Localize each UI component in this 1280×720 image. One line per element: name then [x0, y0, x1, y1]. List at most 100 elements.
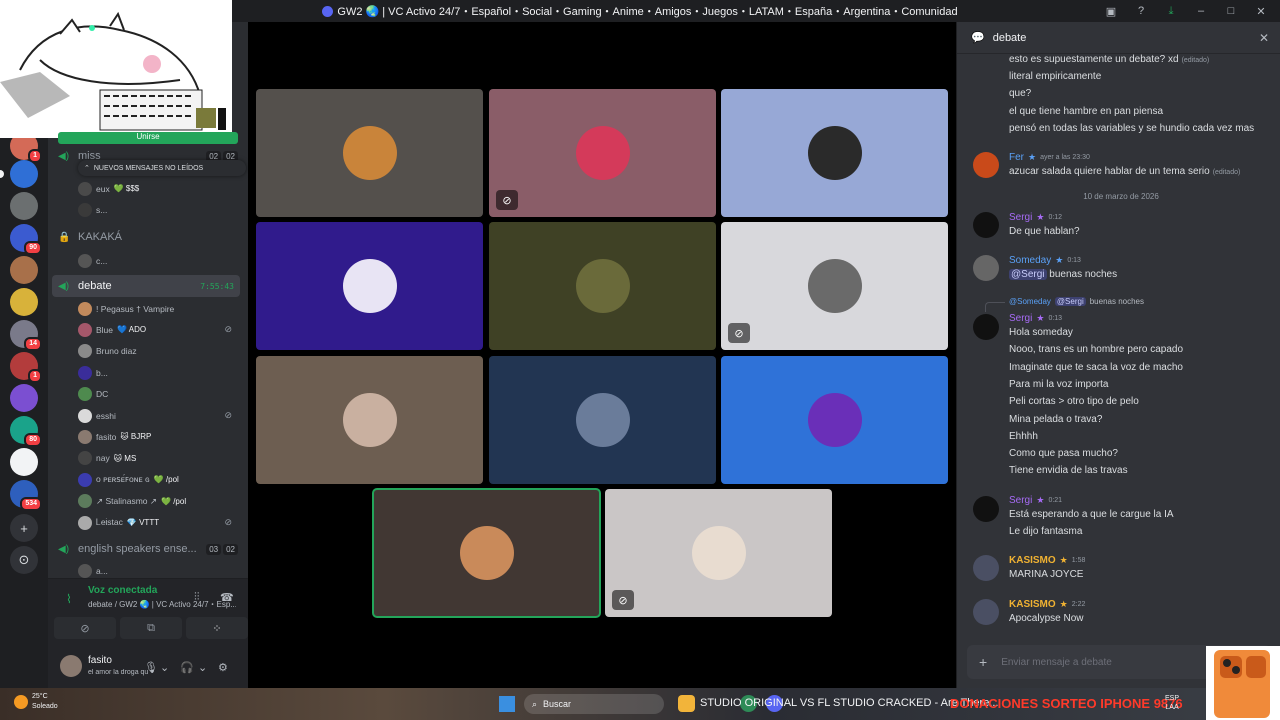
headphones-icon[interactable]: 🎧: [180, 661, 194, 674]
message-text: Como que pasa mucho?: [1009, 448, 1118, 459]
voice-user[interactable]: eux 💚 $$$: [78, 178, 238, 199]
chevron-down-icon[interactable]: ⌄: [198, 661, 207, 674]
language-indicator[interactable]: ESP LAA: [1165, 694, 1179, 712]
download-icon[interactable]: ⤓: [1164, 5, 1178, 18]
discover-icon[interactable]: ⊙: [10, 546, 38, 574]
new-messages-banner[interactable]: ⌃ NUEVOS MENSAJES NO LEÍDOS: [78, 160, 246, 176]
promo-text: DONACIONES SORTEO IPHONE 9876: [950, 696, 1183, 711]
help-icon[interactable]: ?: [1134, 5, 1148, 17]
avatar[interactable]: [973, 555, 999, 581]
participant-tile[interactable]: [721, 89, 948, 217]
voice-status[interactable]: Voz conectada: [88, 585, 157, 596]
participant-tile[interactable]: [489, 356, 716, 484]
message-author[interactable]: Sergi: [1009, 495, 1032, 506]
weather-widget[interactable]: 25°C Soleado: [14, 692, 58, 712]
stream-overlay-image: [0, 0, 232, 138]
join-banner[interactable]: Unirse: [58, 132, 238, 144]
avatar: [78, 494, 92, 509]
activities-button[interactable]: ⁘: [186, 617, 248, 639]
message-author[interactable]: Sergi: [1009, 212, 1032, 223]
voice-user[interactable]: Bruno diaz: [78, 341, 238, 362]
close-icon[interactable]: ✕: [1259, 31, 1269, 45]
avatar[interactable]: [973, 496, 999, 522]
avatar[interactable]: [973, 314, 999, 340]
server-icon-gw2[interactable]: [0, 160, 38, 188]
user-panel: fasito el amor la droga qu 🎙 ⌄ 🎧 ⌄ ⚙: [48, 647, 248, 689]
voice-user[interactable]: b...: [78, 362, 238, 383]
chevron-down-icon[interactable]: ⌄: [160, 661, 169, 674]
microphone-icon[interactable]: 🎙: [144, 661, 158, 674]
participant-tile[interactable]: [721, 356, 948, 484]
participant-tile[interactable]: ⊘: [489, 89, 716, 217]
plus-icon[interactable]: +: [979, 654, 987, 670]
maximize-icon[interactable]: □: [1224, 5, 1238, 17]
message-text: Ehhhh: [1009, 431, 1038, 442]
message-text: azucar salada quiere hablar de un tema s…: [1009, 166, 1241, 177]
chat-panel: 💬 debate ✕ esto es supuestamente un deba…: [956, 22, 1280, 688]
voice-channel-english[interactable]: ◀) english speakers ense... 03 02: [52, 538, 240, 560]
server-icon-3[interactable]: [10, 192, 38, 220]
camera-button[interactable]: ⊘: [54, 617, 116, 639]
participant-tile[interactable]: ⊘: [605, 489, 832, 617]
message-author[interactable]: KASISMO: [1009, 555, 1056, 566]
username[interactable]: fasito: [88, 655, 112, 666]
voice-user[interactable]: esshi ⊘: [78, 405, 238, 426]
participant-tile[interactable]: [372, 488, 601, 618]
message-author[interactable]: KASISMO: [1009, 599, 1056, 610]
participant-tile[interactable]: [256, 89, 483, 217]
server-icon-5[interactable]: [10, 256, 38, 284]
voice-user[interactable]: fasito 🐱 BJRP: [78, 426, 238, 447]
participant-tile[interactable]: [256, 222, 483, 350]
voice-user[interactable]: ! Pegasus † Vampire: [78, 298, 238, 319]
server-icon-12[interactable]: 534: [10, 480, 42, 511]
avatar[interactable]: [973, 212, 999, 238]
message-author[interactable]: Fer: [1009, 152, 1024, 163]
server-icon-6[interactable]: [10, 288, 38, 316]
disconnect-icon[interactable]: ☎: [220, 591, 234, 604]
muted-mic-icon: ⊘: [224, 324, 232, 335]
avatar[interactable]: [973, 255, 999, 281]
add-server-icon[interactable]: +: [10, 514, 38, 542]
message-author[interactable]: Sergi: [1009, 313, 1032, 324]
start-button-icon[interactable]: [499, 696, 515, 712]
voice-user[interactable]: ᏞeᎥstac 💎 VTTT ⊘: [78, 512, 238, 533]
participant-tile[interactable]: ⊘: [721, 222, 948, 350]
voice-user[interactable]: DC: [78, 384, 238, 405]
voice-user[interactable]: nay 🐱 MS: [78, 448, 238, 469]
phone-promo-image: [1206, 646, 1280, 720]
voice-user[interactable]: ᴏ ᴘᴇʀꜱᴇ́ꜰᴏɴᴇ ɢ 💚 /pol: [78, 469, 238, 490]
participant-tile[interactable]: [489, 222, 716, 350]
server-icon: [322, 5, 334, 17]
noise-suppression-icon[interactable]: ⫶⫶: [194, 591, 200, 604]
avatar[interactable]: [60, 655, 82, 677]
server-icon-4[interactable]: 90: [10, 224, 42, 255]
participant-avatar: [575, 126, 630, 180]
voice-channel-path[interactable]: debate / GW2 🌏 | VC Activo 24/7・Esp...: [88, 599, 236, 610]
avatar[interactable]: [973, 152, 999, 178]
file-explorer-icon[interactable]: [678, 695, 695, 712]
participant-avatar: [342, 393, 397, 447]
server-icon-7[interactable]: 14: [10, 320, 42, 351]
message-author[interactable]: Someday: [1009, 255, 1051, 266]
minimize-icon[interactable]: –: [1194, 5, 1208, 17]
screen-share-button[interactable]: ⧉: [120, 617, 182, 639]
inbox-icon[interactable]: ▣: [1104, 5, 1118, 18]
server-icon-10[interactable]: 80: [10, 416, 42, 447]
voice-user[interactable]: s...: [78, 199, 238, 220]
voice-user[interactable]: ↗ Stalinasmo ↗ 💚 /pol: [78, 491, 238, 512]
voice-channel-kakaka[interactable]: 🔒 KAKAKÁ: [52, 226, 240, 248]
server-icon-11[interactable]: [10, 448, 38, 476]
gear-icon[interactable]: ⚙: [218, 661, 228, 674]
avatar[interactable]: [973, 599, 999, 625]
participant-tile[interactable]: [256, 356, 483, 484]
voice-channel-debate[interactable]: ◀) debate 7:55:43: [52, 275, 240, 297]
server-icon-8[interactable]: 1: [10, 352, 42, 383]
taskbar-search[interactable]: ⌕ Buscar: [524, 694, 664, 714]
reply-preview[interactable]: @Someday @Sergi buenas noches: [1009, 297, 1144, 306]
message-text: el que tiene hambre en pan piensa: [1009, 106, 1164, 117]
voice-user[interactable]: c...: [78, 250, 238, 271]
close-window-icon[interactable]: ✕: [1254, 5, 1268, 18]
speaker-icon: ◀): [58, 544, 70, 555]
server-icon-9[interactable]: [10, 384, 38, 412]
voice-user[interactable]: Blue 💙 ADO ⊘: [78, 319, 238, 340]
